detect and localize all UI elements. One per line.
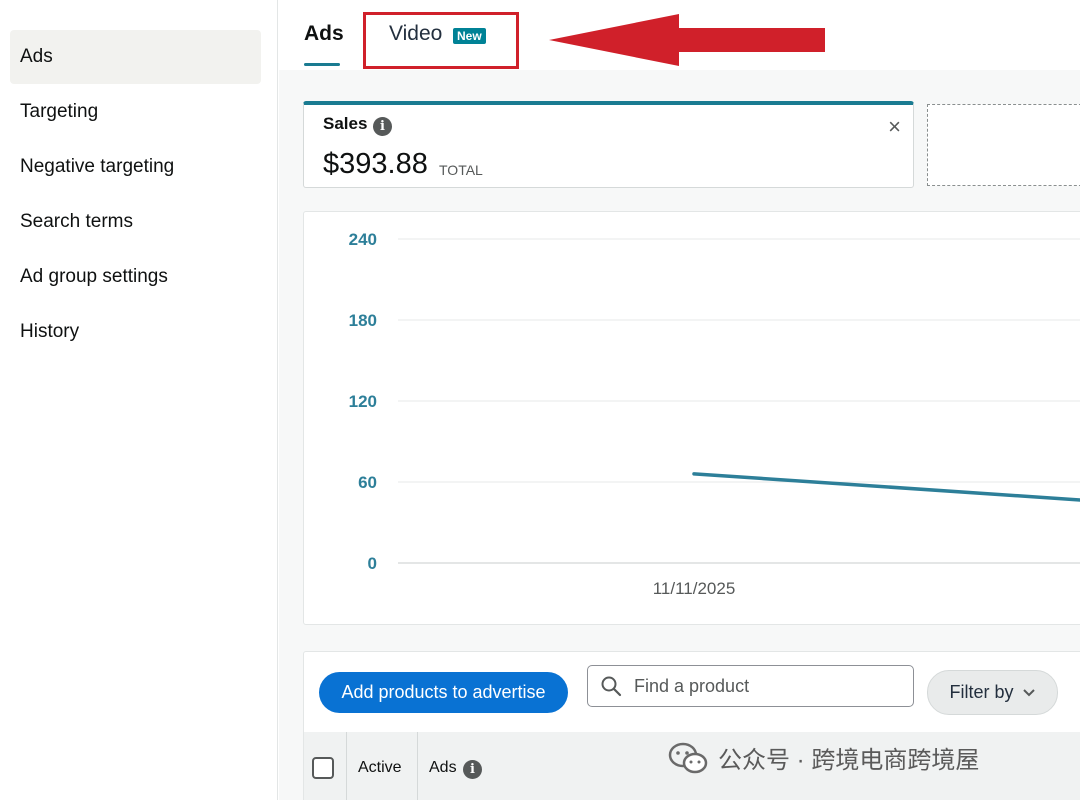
- info-icon[interactable]: i: [373, 117, 392, 136]
- ads-table-card: Add products to advertise Filter by Acti…: [303, 651, 1080, 800]
- sidebar-item-history[interactable]: History: [10, 305, 261, 359]
- select-all-checkbox[interactable]: [312, 757, 334, 779]
- search-box[interactable]: [587, 665, 914, 707]
- watermark-text: 公众号 · 跨境电商跨境屋: [718, 747, 980, 774]
- sidebar-item-label: Targeting: [20, 101, 99, 122]
- sidebar-item-label: Negative targeting: [20, 156, 175, 177]
- active-tab-indicator: [304, 63, 340, 66]
- sidebar-item-label: History: [20, 321, 80, 342]
- metric-suffix: TOTAL: [439, 162, 483, 178]
- filter-button[interactable]: Filter by: [927, 670, 1058, 715]
- tabs-bar: Ads Video New: [279, 0, 1080, 70]
- chevron-down-icon: [1022, 688, 1035, 696]
- add-metric-slot[interactable]: [927, 104, 1080, 186]
- column-header-ads[interactable]: Ads: [429, 759, 457, 777]
- series-line: [692, 472, 1080, 502]
- metric-value: $393.88: [323, 148, 428, 180]
- watermark: 公众号 · 跨境电商跨境屋: [668, 740, 979, 775]
- page: Ads Targeting Negative targeting Search …: [0, 0, 1080, 800]
- x-tick-label: 11/11/2025: [653, 579, 736, 598]
- filter-label: Filter by: [949, 682, 1014, 702]
- sidebar-item-label: Ad group settings: [20, 266, 168, 287]
- search-icon: [601, 676, 622, 697]
- y-tick-label: 60: [358, 473, 377, 492]
- sidebar-item-ad-group-settings[interactable]: Ad group settings: [10, 250, 261, 304]
- sidebar-item-negative-targeting[interactable]: Negative targeting: [10, 140, 261, 194]
- wechat-icon: [668, 742, 708, 773]
- sidebar-item-label: Ads: [20, 46, 53, 67]
- annotation-arrow-icon: [549, 14, 825, 66]
- sales-chart: 240 180 120 60 0 11/11/2025: [303, 211, 1080, 625]
- sidebar-item-search-terms[interactable]: Search terms: [10, 195, 261, 249]
- y-tick-label: 240: [349, 230, 377, 249]
- main-content: Ads Video New Sales i $393.88 TOTAL × 24…: [279, 0, 1080, 800]
- column-header-active[interactable]: Active: [358, 759, 402, 777]
- annotation-highlight-box: [363, 12, 519, 69]
- tab-ads[interactable]: Ads: [304, 22, 344, 46]
- add-products-button[interactable]: Add products to advertise: [319, 672, 568, 713]
- metric-label: Sales: [323, 114, 368, 133]
- metric-card-sales[interactable]: Sales i $393.88 TOTAL ×: [303, 101, 914, 188]
- search-input[interactable]: [634, 675, 894, 697]
- y-tick-label: 0: [368, 554, 377, 573]
- column-divider: [346, 732, 347, 800]
- info-icon[interactable]: i: [463, 760, 482, 779]
- chart-canvas: 240 180 120 60 0 11/11/2025: [349, 230, 1080, 598]
- column-divider: [417, 732, 418, 800]
- close-icon[interactable]: ×: [888, 114, 901, 140]
- sidebar-item-ads[interactable]: Ads: [10, 30, 261, 84]
- y-tick-label: 180: [349, 311, 377, 330]
- sidebar: Ads Targeting Negative targeting Search …: [0, 0, 278, 800]
- sidebar-item-targeting[interactable]: Targeting: [10, 85, 261, 139]
- y-tick-label: 120: [349, 392, 377, 411]
- sidebar-item-label: Search terms: [20, 211, 133, 232]
